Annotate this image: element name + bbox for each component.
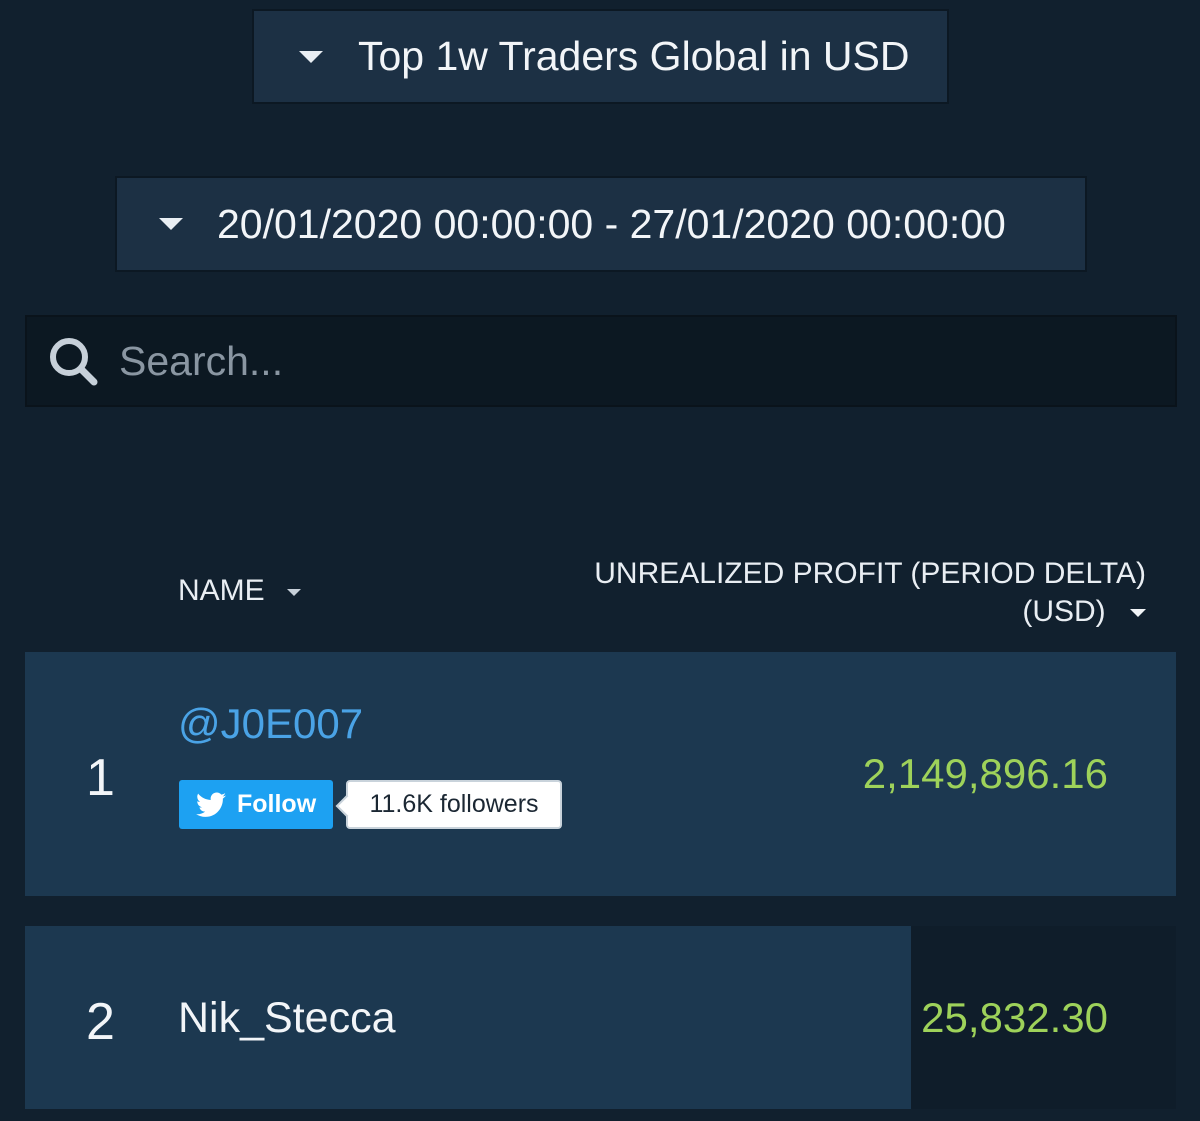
period-dropdown-label: Top 1w Traders Global in USD — [358, 33, 910, 79]
profit-column-header[interactable]: UNREALIZED PROFIT (PERIOD DELTA) (USD) — [594, 555, 1146, 631]
name-column-header[interactable]: NAME — [178, 574, 302, 608]
twitter-follow-button[interactable]: Follow — [179, 780, 333, 829]
date-range-dropdown[interactable]: 20/01/2020 00:00:00 - 27/01/2020 00:00:0… — [115, 176, 1087, 272]
caret-down-icon — [159, 218, 183, 230]
leaderboard-page: Top 1w Traders Global in USD 20/01/2020 … — [0, 0, 1200, 1121]
table-row[interactable]: 2 Nik_Stecca 25,832.30 — [25, 926, 1176, 1109]
row-highlight — [25, 926, 911, 1109]
rank-number: 1 — [86, 749, 115, 807]
trader-name-link[interactable]: @J0E007 — [178, 700, 363, 748]
followers-count-bubble[interactable]: 11.6K followers — [346, 780, 562, 829]
trader-name[interactable]: Nik_Stecca — [178, 994, 395, 1043]
caret-down-icon — [299, 50, 323, 63]
name-column-label: NAME — [178, 574, 265, 607]
profit-value: 25,832.30 — [921, 994, 1108, 1041]
profit-column-unit: (USD) — [1022, 595, 1106, 628]
date-range-label: 20/01/2020 00:00:00 - 27/01/2020 00:00:0… — [217, 200, 1006, 247]
profit-column-label: UNREALIZED PROFIT (PERIOD DELTA) — [594, 557, 1146, 590]
table-row[interactable]: 1 @J0E007 Follow 11.6K followers 2,149,8… — [25, 652, 1176, 896]
profit-value: 2,149,896.16 — [862, 750, 1108, 797]
rank-number: 2 — [86, 993, 115, 1051]
followers-count-label: 11.6K followers — [369, 790, 539, 818]
sort-caret-icon — [287, 588, 302, 596]
follow-button-label: Follow — [237, 790, 317, 818]
twitter-bird-icon — [196, 792, 226, 817]
search-box — [25, 315, 1177, 407]
search-input[interactable] — [119, 337, 1119, 385]
period-dropdown[interactable]: Top 1w Traders Global in USD — [252, 9, 949, 104]
sort-caret-icon — [1130, 609, 1146, 618]
search-icon — [50, 338, 98, 386]
